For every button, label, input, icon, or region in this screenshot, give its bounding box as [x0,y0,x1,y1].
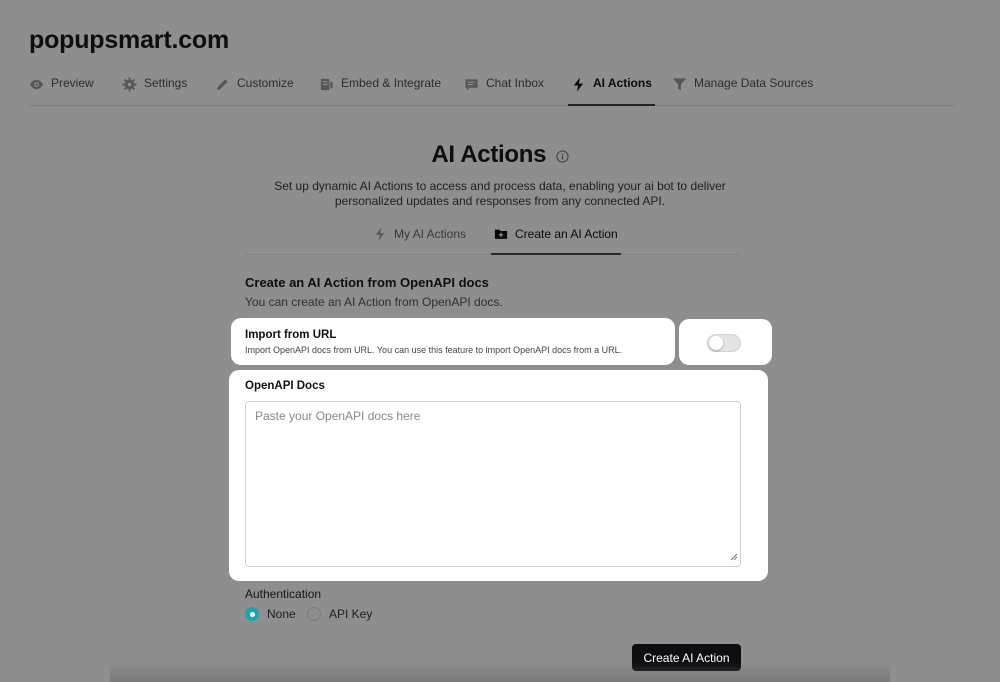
authentication-label: Authentication [245,587,322,601]
bolt-icon [373,227,387,241]
resize-grip-icon[interactable] [730,550,738,564]
tab-settings[interactable]: Settings [122,76,187,106]
bolt-icon [571,77,586,92]
tab-ai-actions-label: AI Actions [593,76,652,90]
page-heading: AI Actions [0,141,1000,169]
openapi-docs-placeholder: Paste your OpenAPI docs here [255,409,421,423]
site-title: popupsmart.com [29,26,229,54]
tab-customize[interactable]: Customize [215,76,294,106]
info-icon[interactable] [556,149,569,163]
radio-none[interactable] [245,607,259,621]
auth-option-api-key-label: API Key [329,607,373,621]
sub-tabs: My AI Actions Create an AI Action [245,222,741,255]
tab-settings-label: Settings [144,76,188,90]
gear-icon [122,77,137,92]
section-title: Create an AI Action from OpenAPI docs [245,275,489,290]
tab-manage-data-sources[interactable]: Manage Data Sources [672,76,813,106]
auth-option-api-key[interactable]: API Key [307,607,372,621]
openapi-docs-label: OpenAPI Docs [245,380,325,392]
toggle-knob [709,336,723,350]
top-nav-tabs: Preview Settings Customize Embed & Integ… [29,64,955,106]
tab-manage-data-sources-label: Manage Data Sources [694,76,814,90]
tab-chat-inbox[interactable]: Chat Inbox [464,76,544,106]
tab-preview[interactable]: Preview [29,76,94,106]
embed-icon [319,77,334,92]
tab-customize-label: Customize [237,76,294,90]
import-toggle-card [679,319,772,365]
bottom-shadow [110,662,890,682]
openapi-docs-textarea[interactable]: Paste your OpenAPI docs here [245,401,741,567]
page-description: Set up dynamic AI Actions to access and … [274,179,726,208]
import-from-url-description: Import OpenAPI docs from URL. You can us… [245,345,623,355]
import-from-url-card: Import from URL Import OpenAPI docs from… [231,318,675,365]
tab-chat-inbox-label: Chat Inbox [486,76,545,90]
funnel-icon [672,77,687,92]
import-from-url-title: Import from URL [245,329,337,341]
auth-option-none[interactable]: None [245,607,296,621]
tab-create-ai-action[interactable]: Create an AI Action [491,227,621,255]
tab-embed-integrate-label: Embed & Integrate [341,76,442,90]
openapi-docs-card: OpenAPI Docs Paste your OpenAPI docs her… [229,370,768,581]
tab-my-ai-actions[interactable]: My AI Actions [373,227,466,255]
auth-option-none-label: None [267,607,296,621]
folder-plus-icon [494,227,508,241]
tab-preview-label: Preview [51,76,94,90]
chat-icon [464,77,479,92]
pencil-icon [215,77,230,92]
section-description: You can create an AI Action from OpenAPI… [245,295,503,309]
tab-embed-integrate[interactable]: Embed & Integrate [319,76,441,106]
tab-ai-actions[interactable]: AI Actions [568,76,655,106]
eye-icon [29,77,44,92]
tab-create-ai-action-label: Create an AI Action [515,227,618,241]
radio-api-key[interactable] [307,607,321,621]
import-from-url-toggle[interactable] [707,334,741,352]
tab-my-ai-actions-label: My AI Actions [394,227,467,241]
page-title: AI Actions [431,141,547,168]
